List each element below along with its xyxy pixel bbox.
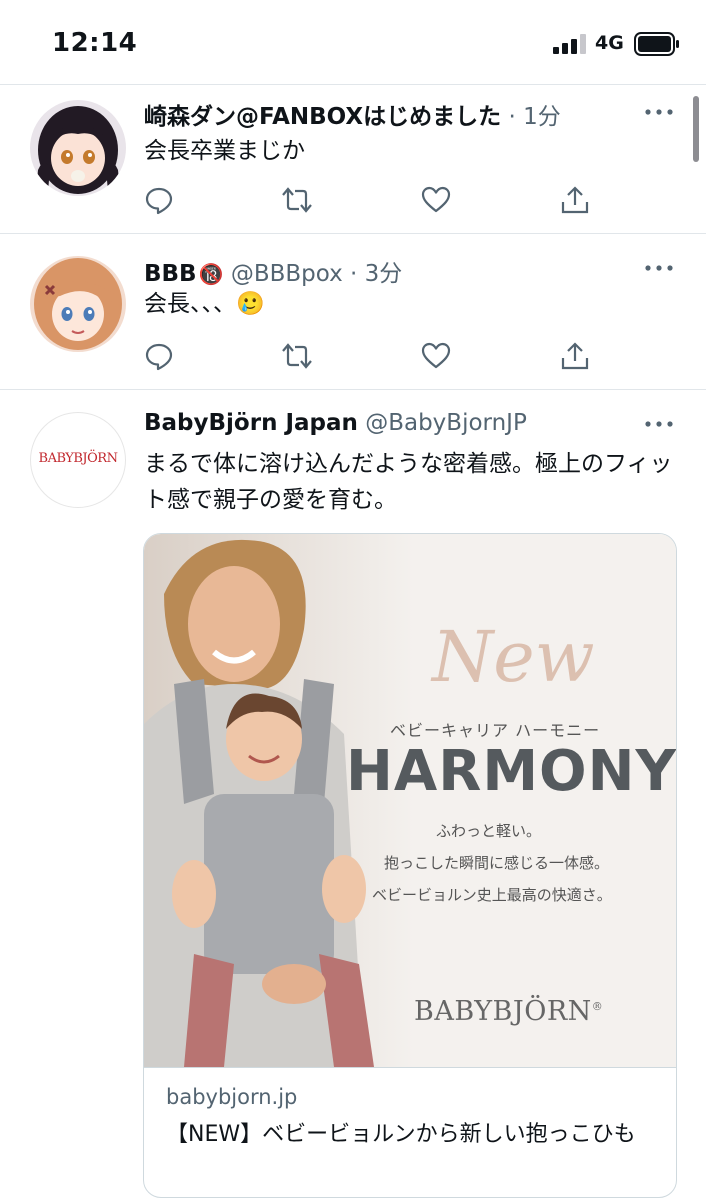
link-card[interactable]: New ベビーキャリア ハーモニー HARMONY ふわっと軽い。 抱っこした瞬… bbox=[143, 533, 677, 1198]
heart-icon[interactable] bbox=[421, 185, 451, 215]
author-handle[interactable]: @BBBpox bbox=[231, 261, 343, 287]
tweet-text: まるで体に溶け込んだような密着感。極上のフィット感で親子の愛を育む。 bbox=[144, 451, 673, 513]
battery-icon bbox=[634, 32, 679, 56]
heart-icon[interactable] bbox=[421, 341, 451, 371]
avatar-image bbox=[30, 256, 126, 352]
tweet-header: 崎森ダン@FANBOXはじめました · 1分 bbox=[144, 97, 561, 131]
avatar[interactable] bbox=[30, 256, 126, 352]
ad-new-text: New bbox=[432, 616, 595, 698]
ad-brand-logo-text: BABYBJÖRN bbox=[414, 996, 592, 1027]
avatar[interactable] bbox=[30, 100, 126, 196]
author-name[interactable]: BBB bbox=[144, 261, 197, 287]
share-icon[interactable] bbox=[560, 185, 590, 215]
author-handle[interactable]: @BabyBjornJP bbox=[365, 410, 527, 436]
reply-icon[interactable] bbox=[144, 185, 174, 215]
ad-brand-logo: BABYBJÖRN® bbox=[414, 996, 603, 1027]
avatar[interactable]: BABYBJÖRN bbox=[30, 412, 126, 508]
separator: · bbox=[350, 261, 358, 287]
more-icon[interactable] bbox=[644, 263, 674, 273]
tweet-text: 会長卒業まじか bbox=[144, 138, 305, 164]
tweet-actions bbox=[144, 185, 589, 215]
author-name[interactable]: 崎森ダン@FANBOXはじめました bbox=[144, 104, 501, 130]
tweet-item[interactable]: BBB 🔞 @BBBpox · 3分 会長、、、🥲 bbox=[0, 234, 706, 389]
avatar-image bbox=[30, 100, 126, 196]
network-label: 4G bbox=[595, 32, 624, 54]
tweet-time[interactable]: 3分 bbox=[365, 261, 403, 287]
retweet-icon[interactable] bbox=[282, 341, 312, 371]
share-icon[interactable] bbox=[560, 341, 590, 371]
tweet-header: BabyBjörn Japan @BabyBjornJP bbox=[144, 410, 527, 436]
separator: · bbox=[508, 104, 516, 130]
ad-copy-line: ふわっと軽い。 bbox=[436, 822, 542, 840]
ad-subtitle: ベビーキャリア ハーモニー bbox=[390, 721, 601, 740]
card-divider bbox=[144, 1067, 676, 1068]
tweet-header: BBB 🔞 @BBBpox · 3分 bbox=[144, 254, 402, 288]
status-bar: 12:14 4G bbox=[0, 0, 706, 84]
ad-copy-line: 抱っこした瞬間に感じる一体感。 bbox=[384, 854, 610, 872]
tweet-actions bbox=[144, 341, 589, 371]
registered-mark: ® bbox=[591, 1000, 604, 1013]
signal-icon bbox=[553, 34, 586, 54]
more-icon[interactable] bbox=[644, 419, 674, 429]
author-name[interactable]: BabyBjörn Japan bbox=[144, 410, 358, 436]
avatar-logo: BABYBJÖRN bbox=[38, 451, 118, 466]
tweet-text: 会長、、、🥲 bbox=[144, 291, 265, 317]
tweet-time[interactable]: 1分 bbox=[523, 104, 561, 130]
more-icon[interactable] bbox=[644, 107, 674, 117]
ad-copy-line: ベビービョルン史上最高の快適さ。 bbox=[372, 886, 612, 904]
card-domain[interactable]: babybjorn.jp bbox=[166, 1085, 297, 1109]
adult-badge-icon: 🔞 bbox=[198, 262, 224, 286]
card-image[interactable]: New ベビーキャリア ハーモニー HARMONY ふわっと軽い。 抱っこした瞬… bbox=[144, 534, 677, 1067]
tweet-item[interactable]: 崎森ダン@FANBOXはじめました · 1分 会長卒業まじか bbox=[0, 85, 706, 233]
card-title[interactable]: 【NEW】ベビービョルンから新しい抱っこひも bbox=[166, 1119, 636, 1151]
status-time: 12:14 bbox=[52, 28, 138, 58]
reply-icon[interactable] bbox=[144, 341, 174, 371]
ad-product-name: HARMONY bbox=[346, 739, 677, 804]
retweet-icon[interactable] bbox=[282, 185, 312, 215]
